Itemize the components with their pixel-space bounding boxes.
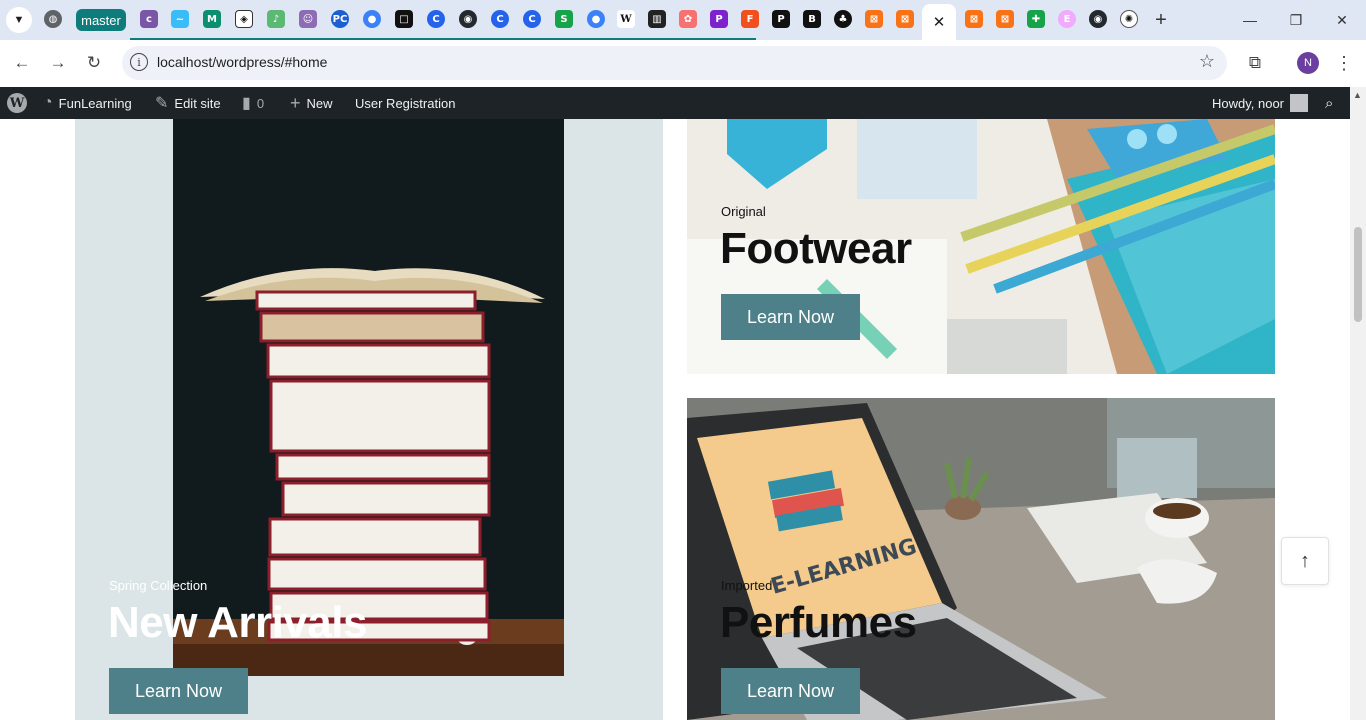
brush-icon: ✎ <box>155 95 169 112</box>
c-icon[interactable]: C <box>427 10 445 28</box>
figma-icon[interactable]: F <box>741 10 759 28</box>
plus-icon: + <box>290 92 301 113</box>
browser-menu-icon[interactable]: ⋮ <box>1334 51 1354 75</box>
new-label: New <box>306 95 333 111</box>
my-account-link[interactable]: Howdy, noor <box>1212 87 1309 119</box>
box-icon[interactable]: ⊠ <box>996 10 1014 28</box>
user-registration-link[interactable]: User Registration <box>355 87 455 119</box>
avatar-icon[interactable]: ☺ <box>299 10 317 28</box>
box-icon[interactable]: ⊠ <box>896 10 914 28</box>
user-avatar <box>1290 94 1309 112</box>
learn-now-button[interactable]: Learn Now <box>109 668 248 714</box>
scrollbar-thumb[interactable] <box>1354 227 1362 322</box>
howdy-label: Howdy, noor <box>1212 95 1285 111</box>
openai-icon[interactable]: ✺ <box>1120 10 1138 28</box>
user-registration-label: User Registration <box>355 95 456 111</box>
pc-icon[interactable]: PC <box>331 10 349 28</box>
b-icon[interactable]: B <box>803 10 821 28</box>
card-eyebrow: Original <box>721 204 766 219</box>
extensions-icon[interactable]: ⧉ <box>1243 51 1267 75</box>
footwear-card: Original Footwear Learn Now <box>687 119 1275 374</box>
scroll-up-arrow-icon[interactable]: ▲ <box>1353 90 1362 100</box>
app-icon[interactable]: ♪ <box>267 10 285 28</box>
notion-icon[interactable]: □ <box>395 10 413 28</box>
edit-site-label: Edit site <box>174 95 221 111</box>
back-arrow-icon[interactable]: ← <box>9 50 35 76</box>
globe-icon[interactable]: ◍ <box>44 10 62 28</box>
card-title: New Arrivals <box>108 598 367 647</box>
box-icon[interactable]: ⊠ <box>965 10 983 28</box>
card-eyebrow: Imported <box>721 578 773 593</box>
close-active-tab-icon[interactable]: ✕ <box>922 4 956 40</box>
tailwind-icon[interactable]: ~ <box>171 10 189 28</box>
site-name-label: FunLearning <box>58 95 132 111</box>
perfumes-card: E-LEARNING Imported Perfumes Learn Now <box>687 398 1275 720</box>
learn-now-button[interactable]: Learn Now <box>721 294 860 340</box>
blue-circle-icon[interactable]: ● <box>363 10 381 28</box>
minimize-icon[interactable]: — <box>1238 8 1262 32</box>
c-icon[interactable]: C <box>523 10 541 28</box>
comment-bubble-icon: ▮ <box>242 95 251 112</box>
bookmark-star-icon[interactable]: ☆ <box>1199 51 1215 72</box>
paint-icon[interactable]: ✿ <box>679 10 697 28</box>
site-name-link[interactable]: ◔ FunLearning <box>43 87 132 119</box>
p-icon[interactable]: P <box>772 10 790 28</box>
page-scrollbar[interactable]: ▲ <box>1350 87 1366 720</box>
address-bar[interactable]: i localhost/wordpress/#home ☆ <box>122 46 1227 80</box>
dashboard-icon: ◔ <box>43 94 53 111</box>
comments-link[interactable]: ▮ 0 <box>242 87 264 119</box>
wp-admin-bar: W ◔ FunLearning ✎ Edit site ▮ 0 + New Us… <box>0 87 1366 119</box>
edit-site-link[interactable]: ✎ Edit site <box>155 87 221 119</box>
card-title: Footwear <box>720 224 912 273</box>
s-icon[interactable]: S <box>555 10 573 28</box>
scroll-to-top-button[interactable]: ↑ <box>1281 537 1329 585</box>
new-arrivals-card: Spring Collection New Arrivals Learn Now <box>75 119 663 720</box>
browser-toolbar: ← → ↻ i localhost/wordpress/#home ☆ <box>0 40 1366 86</box>
blue-circle-icon[interactable]: ● <box>587 10 605 28</box>
profile-avatar[interactable]: N <box>1297 52 1319 74</box>
new-tab-icon[interactable]: + <box>1150 9 1172 31</box>
plus-box-icon[interactable]: ✚ <box>1027 10 1045 28</box>
card-title: Perfumes <box>720 598 917 647</box>
forward-arrow-icon[interactable]: → <box>45 50 71 76</box>
wikipedia-icon[interactable]: W <box>617 10 635 28</box>
new-content-link[interactable]: + New <box>290 87 333 119</box>
grid-icon[interactable]: ▥ <box>648 10 666 28</box>
comments-count: 0 <box>256 95 265 111</box>
github-icon[interactable]: ◉ <box>1089 10 1107 28</box>
tab-group-master[interactable]: master <box>76 9 126 31</box>
address-url[interactable]: localhost/wordpress/#home <box>157 54 327 70</box>
leaf-icon[interactable]: ♣ <box>834 10 852 28</box>
colorlib-icon[interactable]: c <box>140 10 158 28</box>
card-eyebrow: Spring Collection <box>109 578 208 593</box>
reload-icon[interactable]: ↻ <box>81 50 107 76</box>
close-window-icon[interactable]: ✕ <box>1330 8 1354 32</box>
codepen-icon[interactable]: ◈ <box>235 10 253 28</box>
github-icon[interactable]: ◉ <box>459 10 477 28</box>
learn-now-button[interactable]: Learn Now <box>721 668 860 714</box>
page-content: Spring Collection New Arrivals Learn Now… <box>0 119 1350 720</box>
wp-logo-icon[interactable]: W <box>7 87 27 119</box>
tab-search-menu-icon[interactable]: ▼ <box>6 7 32 33</box>
pg-icon[interactable]: P <box>710 10 728 28</box>
site-info-icon[interactable]: i <box>130 53 148 71</box>
admin-search-icon[interactable]: ⌕ <box>1325 87 1333 119</box>
restore-icon[interactable]: ❐ <box>1284 8 1308 32</box>
elementor-icon[interactable]: E <box>1058 10 1076 28</box>
box-icon[interactable]: ⊠ <box>865 10 883 28</box>
c-icon[interactable]: C <box>491 10 509 28</box>
tab-strip: ▼ ◍ master c ~ M ◈ ♪ ☺ PC ● □ C ◉ C C S … <box>0 0 1366 40</box>
n-icon[interactable]: M <box>203 10 221 28</box>
